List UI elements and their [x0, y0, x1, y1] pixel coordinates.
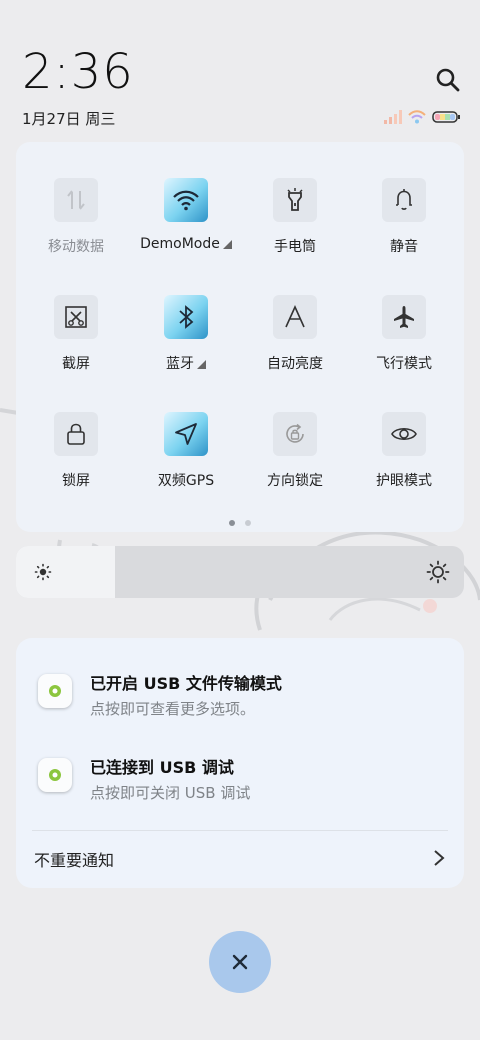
tile-flashlight[interactable]: 手电筒	[240, 164, 350, 274]
tile-gps[interactable]: 双频GPS	[131, 398, 241, 508]
quick-settings-panel: 移动数据 DemoMode 手电筒 静音 截屏 蓝牙 自动亮度 飞行模式 锁屏 …	[16, 142, 464, 532]
android-system-icon	[38, 758, 72, 792]
brightness-fill	[16, 546, 115, 598]
brightness-low-icon	[34, 563, 52, 581]
status-bar-icons	[384, 108, 460, 126]
brightness-high-icon	[426, 560, 450, 584]
tile-label: 蓝牙	[131, 353, 241, 373]
page-indicator	[16, 520, 464, 526]
rotation-lock-icon	[273, 412, 317, 456]
tile-bluetooth[interactable]: 蓝牙	[131, 281, 241, 391]
tile-label: 手电筒	[274, 239, 316, 255]
tile-rotation-lock[interactable]: 方向锁定	[240, 398, 350, 508]
android-system-icon	[38, 674, 72, 708]
tile-label: 飞行模式	[376, 356, 432, 372]
location-arrow-icon	[164, 412, 208, 456]
notification-usb-debugging[interactable]: 已连接到 USB 调试 点按即可关闭 USB 调试	[16, 752, 464, 816]
tile-label: 双频GPS	[157, 473, 215, 489]
tile-screenshot[interactable]: 截屏	[21, 281, 131, 391]
tile-eye-care[interactable]: 护眼模式	[349, 398, 459, 508]
tile-lock-screen[interactable]: 锁屏	[21, 398, 131, 508]
date-label: 1月27日 周三	[22, 110, 116, 128]
minor-notifications-label: 不重要通知	[34, 851, 115, 870]
close-icon	[232, 954, 248, 970]
tile-label: 护眼模式	[376, 473, 432, 489]
expand-caret-icon	[222, 240, 232, 249]
chevron-right-icon	[434, 850, 445, 866]
airplane-icon	[382, 295, 426, 339]
tile-label: 方向锁定	[267, 473, 323, 489]
expand-caret-icon	[197, 360, 206, 369]
bell-icon	[382, 178, 426, 222]
tile-wifi[interactable]: DemoMode	[131, 164, 241, 274]
signal-icon	[384, 110, 402, 124]
tile-label: DemoMode	[131, 236, 241, 252]
tile-auto-brightness[interactable]: 自动亮度	[240, 281, 350, 391]
eye-icon	[382, 412, 426, 456]
tile-label: 静音	[390, 239, 418, 255]
page-dot-active	[229, 520, 235, 526]
tile-label: 自动亮度	[267, 356, 323, 372]
tile-silent[interactable]: 静音	[349, 164, 459, 274]
battery-icon	[432, 111, 460, 123]
lock-icon	[54, 412, 98, 456]
tile-mobile-data[interactable]: 移动数据	[21, 164, 131, 274]
clock: 2:36	[22, 44, 134, 100]
wifi-status-icon	[408, 110, 426, 124]
search-icon[interactable]	[434, 66, 462, 94]
tile-label: 锁屏	[62, 473, 90, 489]
clear-all-button[interactable]	[209, 931, 271, 993]
notification-group: 已开启 USB 文件传输模式 点按即可查看更多选项。 已连接到 USB 调试 点…	[16, 638, 464, 888]
brightness-slider[interactable]	[16, 546, 464, 598]
screenshot-icon	[54, 295, 98, 339]
auto-brightness-icon	[273, 295, 317, 339]
bluetooth-icon	[164, 295, 208, 339]
tile-label: 截屏	[62, 356, 90, 372]
notification-title: 已开启 USB 文件传输模式	[90, 674, 282, 693]
mobile-data-icon	[54, 178, 98, 222]
notification-usb-file-transfer[interactable]: 已开启 USB 文件传输模式 点按即可查看更多选项。	[16, 668, 464, 732]
divider	[32, 830, 448, 831]
flashlight-icon	[273, 178, 317, 222]
notification-subtitle: 点按即可关闭 USB 调试	[90, 784, 251, 802]
tile-airplane[interactable]: 飞行模式	[349, 281, 459, 391]
wifi-icon	[164, 178, 208, 222]
tile-label: 移动数据	[48, 239, 104, 255]
page-dot	[245, 520, 251, 526]
minor-notifications-row[interactable]: 不重要通知	[16, 834, 464, 884]
notification-subtitle: 点按即可查看更多选项。	[90, 700, 256, 718]
notification-title: 已连接到 USB 调试	[90, 758, 234, 777]
